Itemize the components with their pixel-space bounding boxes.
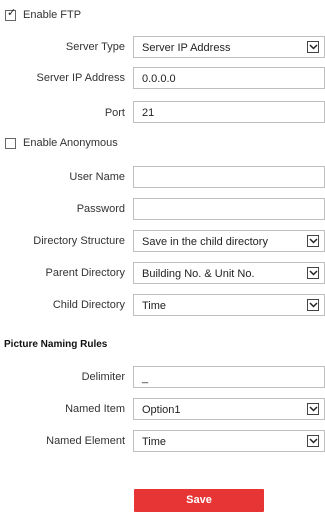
directory-structure-label: Directory Structure [33,235,125,247]
chevron-down-icon[interactable] [307,235,319,247]
chevron-down-icon[interactable] [307,299,319,311]
server-ip-value: 0.0.0.0 [142,73,176,85]
delimiter-value: _ [142,372,149,384]
delimiter-input[interactable]: _ [133,366,325,388]
server-ip-input[interactable]: 0.0.0.0 [133,67,325,89]
user-name-label: User Name [69,171,125,183]
enable-anonymous-checkbox[interactable] [5,138,16,149]
named-element-select[interactable]: Time [133,430,325,452]
password-label: Password [76,203,125,215]
named-item-label: Named Item [65,403,125,415]
child-directory-select[interactable]: Time [133,294,325,316]
child-directory-value: Time [142,300,167,312]
directory-structure-value: Save in the child directory [142,236,268,248]
user-name-input[interactable] [133,166,325,188]
named-element-value: Time [142,436,167,448]
server-type-label: Server Type [65,41,125,53]
server-type-select[interactable]: Server IP Address [133,36,325,58]
enable-ftp-label: Enable FTP [23,9,82,21]
picture-naming-rules-heading: Picture Naming Rules [4,339,108,350]
enable-anonymous-label: Enable Anonymous [23,137,118,149]
delimiter-label: Delimiter [81,371,125,383]
parent-directory-select[interactable]: Building No. & Unit No. [133,262,325,284]
parent-directory-label: Parent Directory [45,267,125,279]
directory-structure-select[interactable]: Save in the child directory [133,230,325,252]
chevron-down-icon[interactable] [307,435,319,447]
enable-ftp-checkbox[interactable]: ✓ [5,6,17,21]
named-item-select[interactable]: Option1 [133,398,325,420]
server-type-value: Server IP Address [142,42,231,54]
save-button[interactable]: Save [134,489,264,512]
parent-directory-value: Building No. & Unit No. [142,268,255,280]
chevron-down-icon[interactable] [307,41,319,53]
chevron-down-icon[interactable] [307,267,319,279]
server-ip-label: Server IP Address [36,72,125,84]
chevron-down-icon[interactable] [307,403,319,415]
named-item-value: Option1 [142,404,181,416]
named-element-label: Named Element [46,435,125,447]
child-directory-label: Child Directory [52,299,125,311]
port-label: Port [104,107,125,119]
port-value: 21 [142,107,155,119]
checkmark-icon: ✓ [7,6,17,19]
password-input[interactable] [133,198,325,220]
port-input[interactable]: 21 [133,101,325,123]
